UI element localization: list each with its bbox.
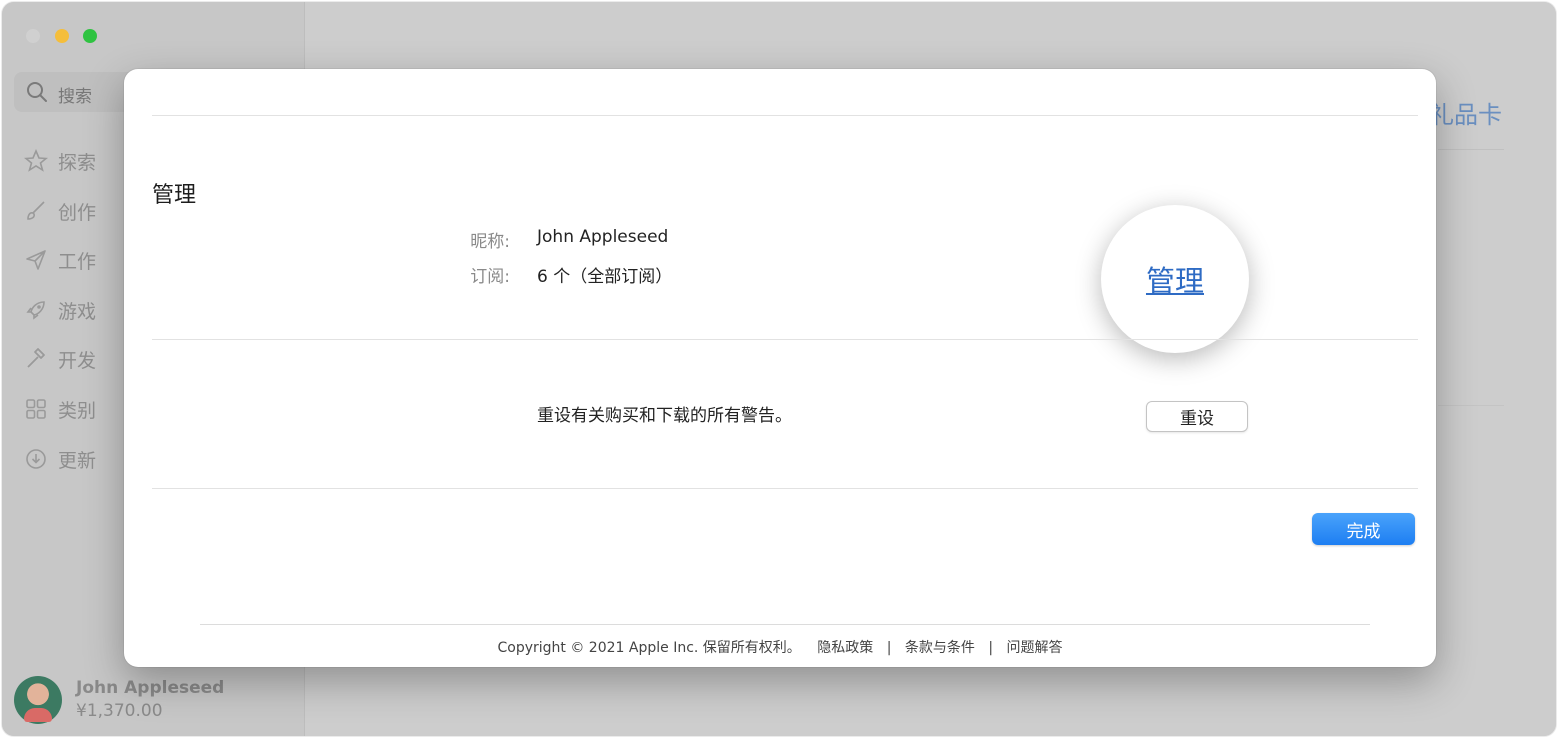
manage-subscriptions-link[interactable]: 管理 <box>1146 258 1204 300</box>
sidebar-item-label: 游戏 <box>58 300 97 323</box>
paper-plane-icon <box>26 250 46 270</box>
subscriptions-value: 6 个（全部订阅） <box>537 267 673 287</box>
footer-separator: | <box>886 640 892 656</box>
account-settings-sheet: 管理 昵称: John Appleseed 订阅: 6 个（全部订阅） 管理 重… <box>124 69 1436 667</box>
sidebar-item-label: 工作 <box>58 251 97 274</box>
account-button[interactable]: John Appleseed ¥1,370.00 <box>14 674 294 730</box>
gift-card-link: 礼品卡 <box>1430 101 1502 129</box>
manage-link-magnifier: 管理 <box>1101 205 1249 353</box>
nickname-value: John Appleseed <box>537 227 669 247</box>
divider <box>152 488 1418 489</box>
nickname-label: 昵称: <box>470 232 510 252</box>
reset-warnings-text: 重设有关购买和下载的所有警告。 <box>537 406 792 426</box>
search-placeholder: 搜索 <box>58 87 92 107</box>
footer-separator: | <box>988 640 994 656</box>
sidebar-item-label: 探索 <box>58 152 97 174</box>
subscriptions-label: 订阅: <box>470 267 510 287</box>
avatar <box>14 676 62 724</box>
account-balance: ¥1,370.00 <box>76 701 163 721</box>
hammer-icon <box>27 348 45 369</box>
done-button[interactable]: 完成 <box>1312 513 1415 545</box>
download-icon <box>26 448 46 469</box>
divider <box>152 339 1418 340</box>
brush-icon <box>27 201 45 220</box>
zoom-window-button[interactable] <box>83 29 97 43</box>
sidebar-item-label: 创作 <box>58 201 97 224</box>
search-icon <box>27 82 47 102</box>
footer-divider <box>200 624 1370 625</box>
background-divider <box>1438 149 1504 150</box>
section-title: 管理 <box>152 183 197 208</box>
faq-link[interactable]: 问题解答 <box>1007 640 1063 656</box>
sidebar-item-label: 更新 <box>58 449 97 472</box>
sidebar-item-label: 类别 <box>58 399 97 422</box>
divider <box>152 115 1418 116</box>
grid-icon <box>26 399 46 419</box>
star-icon <box>24 149 48 172</box>
terms-link[interactable]: 条款与条件 <box>905 640 975 656</box>
footer: Copyright © 2021 Apple Inc. 保留所有权利。 隐私政策… <box>124 637 1436 657</box>
copyright-text: Copyright © 2021 Apple Inc. 保留所有权利。 <box>497 640 801 656</box>
sidebar-item-label: 开发 <box>58 350 97 373</box>
close-window-button[interactable] <box>26 29 40 43</box>
background-divider <box>1438 405 1504 406</box>
minimize-window-button[interactable] <box>55 29 69 43</box>
rocket-icon <box>26 300 45 320</box>
account-name: John Appleseed <box>76 678 225 698</box>
privacy-policy-link[interactable]: 隐私政策 <box>817 640 873 656</box>
reset-button[interactable]: 重设 <box>1146 401 1248 432</box>
